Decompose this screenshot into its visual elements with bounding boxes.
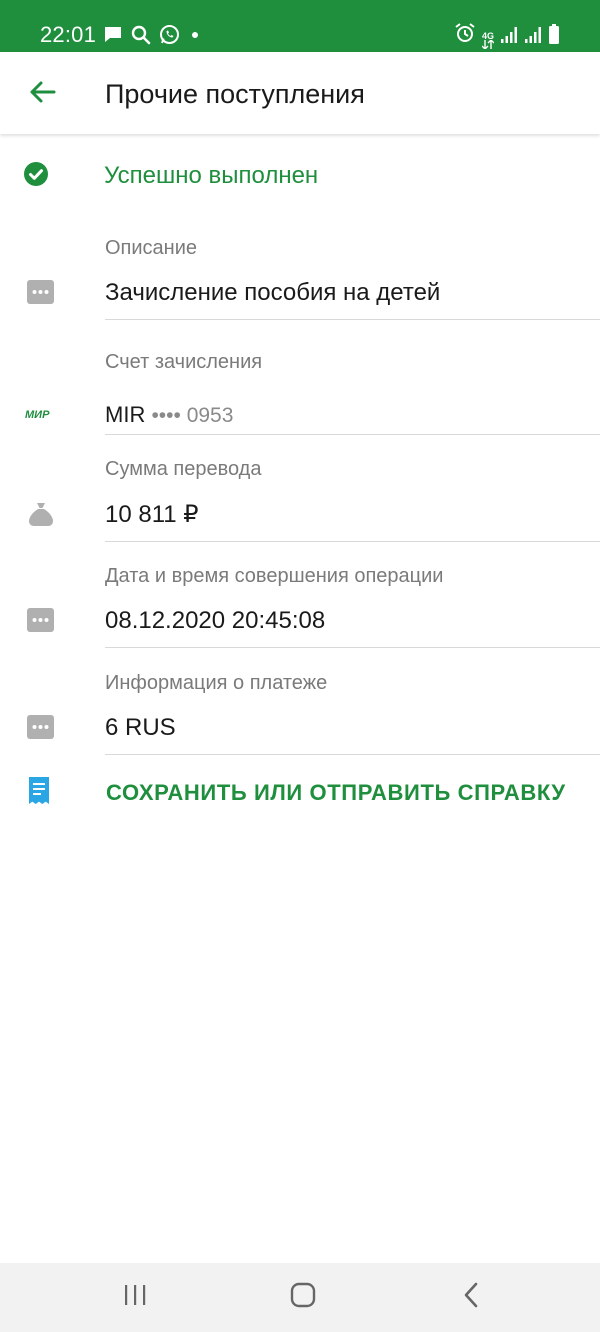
home-button[interactable] — [279, 1277, 327, 1317]
divider — [105, 647, 600, 648]
payment-info-row: Информация о платеже 6 RUS — [0, 665, 600, 757]
recent-apps-icon — [123, 1284, 147, 1311]
money-bag-icon — [28, 501, 54, 532]
alarm-icon — [454, 22, 476, 49]
dots-icon — [27, 280, 54, 309]
account-row: Счет зачисления МИР MIR •••• 0953 — [0, 344, 600, 436]
search-icon — [131, 25, 151, 50]
amount-label: Сумма перевода — [105, 458, 262, 480]
amount-value: 10 811 ₽ — [105, 501, 199, 528]
svg-text:МИР: МИР — [25, 409, 50, 420]
dots-icon — [27, 715, 54, 744]
datetime-row: Дата и время совершения операции 08.12.2… — [0, 558, 600, 650]
recent-apps-button[interactable] — [111, 1277, 159, 1317]
system-back-button[interactable] — [447, 1277, 495, 1317]
save-or-send-receipt-label: СОХРАНИТЬ ИЛИ ОТПРАВИТЬ СПРАВКУ — [106, 780, 566, 805]
divider — [105, 541, 600, 542]
card-masked-number: •••• 0953 — [151, 404, 234, 427]
payment-info-value: 6 RUS — [105, 714, 176, 741]
datetime-value: 08.12.2020 20:45:08 — [105, 607, 326, 634]
operation-status: Успешно выполнен — [0, 152, 600, 198]
status-notification-icons — [103, 24, 202, 50]
account-label: Счет зачисления — [105, 351, 263, 373]
status-system-icons: 4G — [454, 22, 560, 49]
signal-2-icon — [524, 26, 542, 49]
back-button[interactable] — [20, 72, 64, 116]
divider — [105, 319, 600, 320]
dots-icon — [27, 608, 54, 637]
status-bar: 22:01 4G — [0, 0, 600, 52]
battery-icon — [548, 24, 560, 49]
status-text: Успешно выполнен — [104, 162, 319, 189]
check-circle-icon — [24, 162, 48, 191]
divider — [105, 434, 600, 435]
chevron-left-icon — [463, 1282, 479, 1313]
card-name: MIR — [105, 402, 146, 427]
save-or-send-receipt-button[interactable]: СОХРАНИТЬ ИЛИ ОТПРАВИТЬ СПРАВКУ — [0, 770, 600, 816]
payment-info-label: Информация о платеже — [105, 672, 328, 694]
description-row: Описание Зачисление пособия на детей — [0, 230, 600, 322]
whatsapp-icon — [159, 24, 180, 50]
page-title: Прочие поступления — [105, 79, 365, 109]
status-time: 22:01 — [40, 22, 97, 47]
network-type-icon: 4G — [481, 32, 494, 49]
screen: 22:01 4G Прочие поступления Успешно выпо… — [0, 0, 600, 1332]
dot-icon — [188, 25, 202, 50]
description-value: Зачисление пособия на детей — [105, 279, 441, 306]
description-label: Описание — [105, 237, 198, 259]
receipt-icon — [28, 776, 50, 811]
system-nav-bar — [0, 1263, 600, 1332]
home-icon — [290, 1282, 316, 1313]
divider — [105, 754, 600, 755]
datetime-label: Дата и время совершения операции — [105, 565, 444, 587]
signal-1-icon — [500, 26, 518, 49]
mir-logo-icon: МИР — [25, 407, 57, 425]
app-bar: Прочие поступления — [0, 52, 600, 134]
message-icon — [103, 25, 123, 50]
amount-row: Сумма перевода 10 811 ₽ — [0, 451, 600, 543]
account-value: MIR •••• 0953 — [105, 402, 233, 428]
arrow-left-icon — [28, 80, 56, 109]
